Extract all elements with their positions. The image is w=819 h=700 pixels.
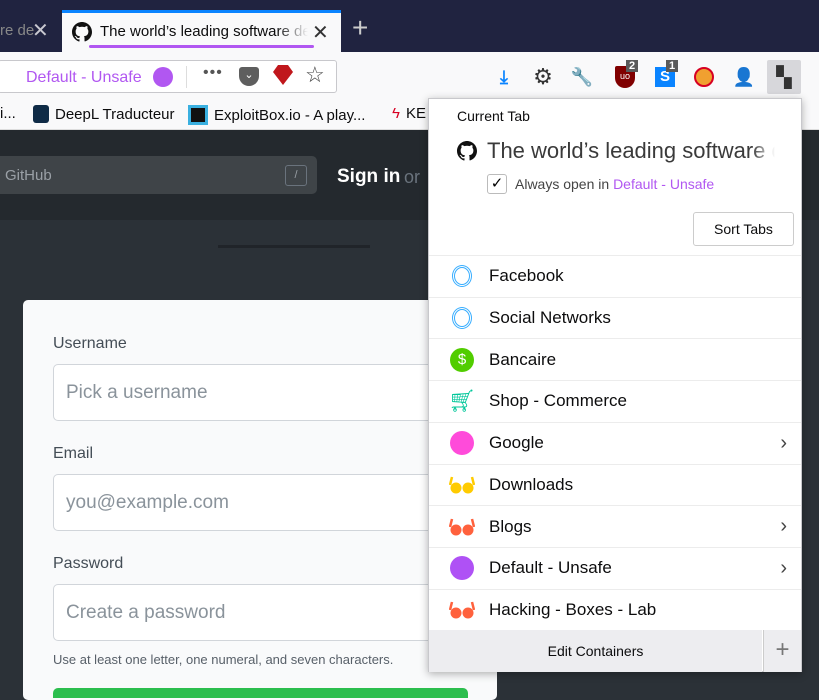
cart-icon: 🛒︎ (448, 388, 476, 414)
tab-active[interactable]: The world’s leading software development… (62, 10, 341, 52)
or-text: or (404, 167, 421, 187)
fingerprint-icon (449, 263, 475, 289)
close-tab-icon[interactable]: ✕ (32, 18, 49, 43)
container-item[interactable]: Social Networks (429, 296, 801, 339)
github-icon (72, 22, 92, 42)
sort-tabs-button[interactable]: Sort Tabs (693, 212, 794, 246)
always-open-checkbox[interactable]: ✓ (487, 174, 507, 194)
container-label: Default - Unsafe (26, 69, 142, 86)
divider (186, 66, 187, 88)
container-name: Google (489, 433, 544, 453)
decor-line (218, 245, 370, 248)
email-label: Email (53, 445, 94, 462)
glasses-icon (449, 472, 475, 498)
username-input[interactable]: Pick a username (53, 364, 473, 421)
container-name: Shop - Commerce (489, 391, 627, 411)
dollar-icon: $ (449, 347, 475, 373)
container-item[interactable]: 🛒︎ Shop - Commerce (429, 380, 801, 422)
container-name: Downloads (489, 474, 574, 494)
sign-in-link[interactable]: Sign in (337, 166, 400, 188)
glasses-icon (449, 514, 475, 540)
exploitbox-icon (188, 105, 208, 125)
container-item[interactable]: Default - Unsafe › (429, 546, 801, 589)
chevron-right-icon[interactable]: › (780, 432, 787, 455)
bookmark-star-icon[interactable]: ☆ (305, 62, 325, 88)
spy-icon[interactable]: 👤 (731, 64, 757, 90)
password-label: Password (53, 555, 124, 572)
ruby-icon[interactable] (273, 65, 293, 85)
skype-badge: 1 (666, 60, 679, 72)
tab-title: re de (0, 22, 35, 39)
container-name: Blogs (489, 516, 532, 536)
containers-popup: Current Tab The world’s leading software… (428, 98, 802, 672)
container-item[interactable]: $ Bancaire (429, 338, 801, 380)
container-item[interactable]: Hacking - Boxes - Lab (429, 588, 801, 631)
password-hint: Use at least one letter, one numeral, an… (53, 652, 394, 667)
container-item[interactable]: Downloads (429, 463, 801, 506)
circle-icon (449, 430, 475, 456)
lightning-icon: ϟ (392, 105, 400, 122)
blocker-icon[interactable] (694, 67, 714, 87)
container-circle-icon (153, 67, 173, 87)
signup-button[interactable] (53, 688, 468, 698)
bookmark-exploitbox[interactable]: ExploitBox.io - A play... (188, 105, 365, 125)
bookmark-item[interactable]: i... (0, 105, 16, 122)
edit-containers-button[interactable]: Edit Containers (429, 630, 762, 672)
add-container-button[interactable]: + (763, 630, 801, 672)
container-item[interactable]: Blogs › (429, 505, 801, 547)
tab-bar: re de ✕ The world’s leading software dev… (0, 0, 819, 52)
chevron-right-icon[interactable]: › (780, 515, 787, 538)
always-open-label: Always open in Default - Unsafe (515, 176, 715, 192)
url-bar[interactable]: Default - Unsafe ••• ⌄ ☆ (0, 60, 337, 93)
container-indicator (89, 45, 314, 48)
pocket-icon[interactable]: ⌄ (239, 67, 259, 86)
deepl-icon (33, 105, 49, 123)
ublock-badge: 2 (626, 60, 639, 72)
wrench-icon[interactable]: 🔧 (569, 64, 595, 90)
container-name: Default - Unsafe (489, 558, 612, 578)
glasses-icon (449, 597, 475, 623)
settings-gear-icon[interactable]: ⚙ (530, 64, 556, 90)
tab-title: The world’s leading software development… (100, 23, 308, 40)
github-icon (457, 141, 477, 161)
username-label: Username (53, 335, 127, 352)
container-item[interactable]: Facebook (429, 255, 801, 297)
bookmark-deepl[interactable]: DeepL Traducteur (33, 105, 175, 123)
downloads-icon[interactable]: ⤓ (491, 64, 517, 90)
circle-icon (449, 555, 475, 581)
github-search-input[interactable]: GitHub / (0, 156, 317, 194)
bookmark-item[interactable]: ϟ KE (392, 105, 426, 122)
close-tab-icon[interactable]: ✕ (312, 20, 329, 45)
email-input[interactable]: you@example.com (53, 474, 473, 531)
container-name: Bancaire (489, 349, 557, 369)
fingerprint-icon (449, 305, 475, 331)
chevron-right-icon[interactable]: › (780, 557, 787, 580)
password-input[interactable]: Create a password (53, 584, 473, 641)
tab-inactive[interactable]: re de ✕ (0, 10, 60, 52)
containers-extension-icon[interactable]: ▚ (767, 60, 801, 94)
search-shortcut: / (285, 165, 307, 186)
container-name: Hacking - Boxes - Lab (489, 599, 657, 619)
container-item[interactable]: Google › (429, 421, 801, 464)
current-tab-title: The world’s leading software development… (487, 138, 775, 163)
container-name: Facebook (489, 266, 564, 286)
new-tab-icon[interactable]: + (352, 12, 368, 44)
container-name: Social Networks (489, 308, 611, 328)
page-actions-icon[interactable]: ••• (203, 64, 223, 82)
current-tab-heading: Current Tab (457, 108, 530, 124)
